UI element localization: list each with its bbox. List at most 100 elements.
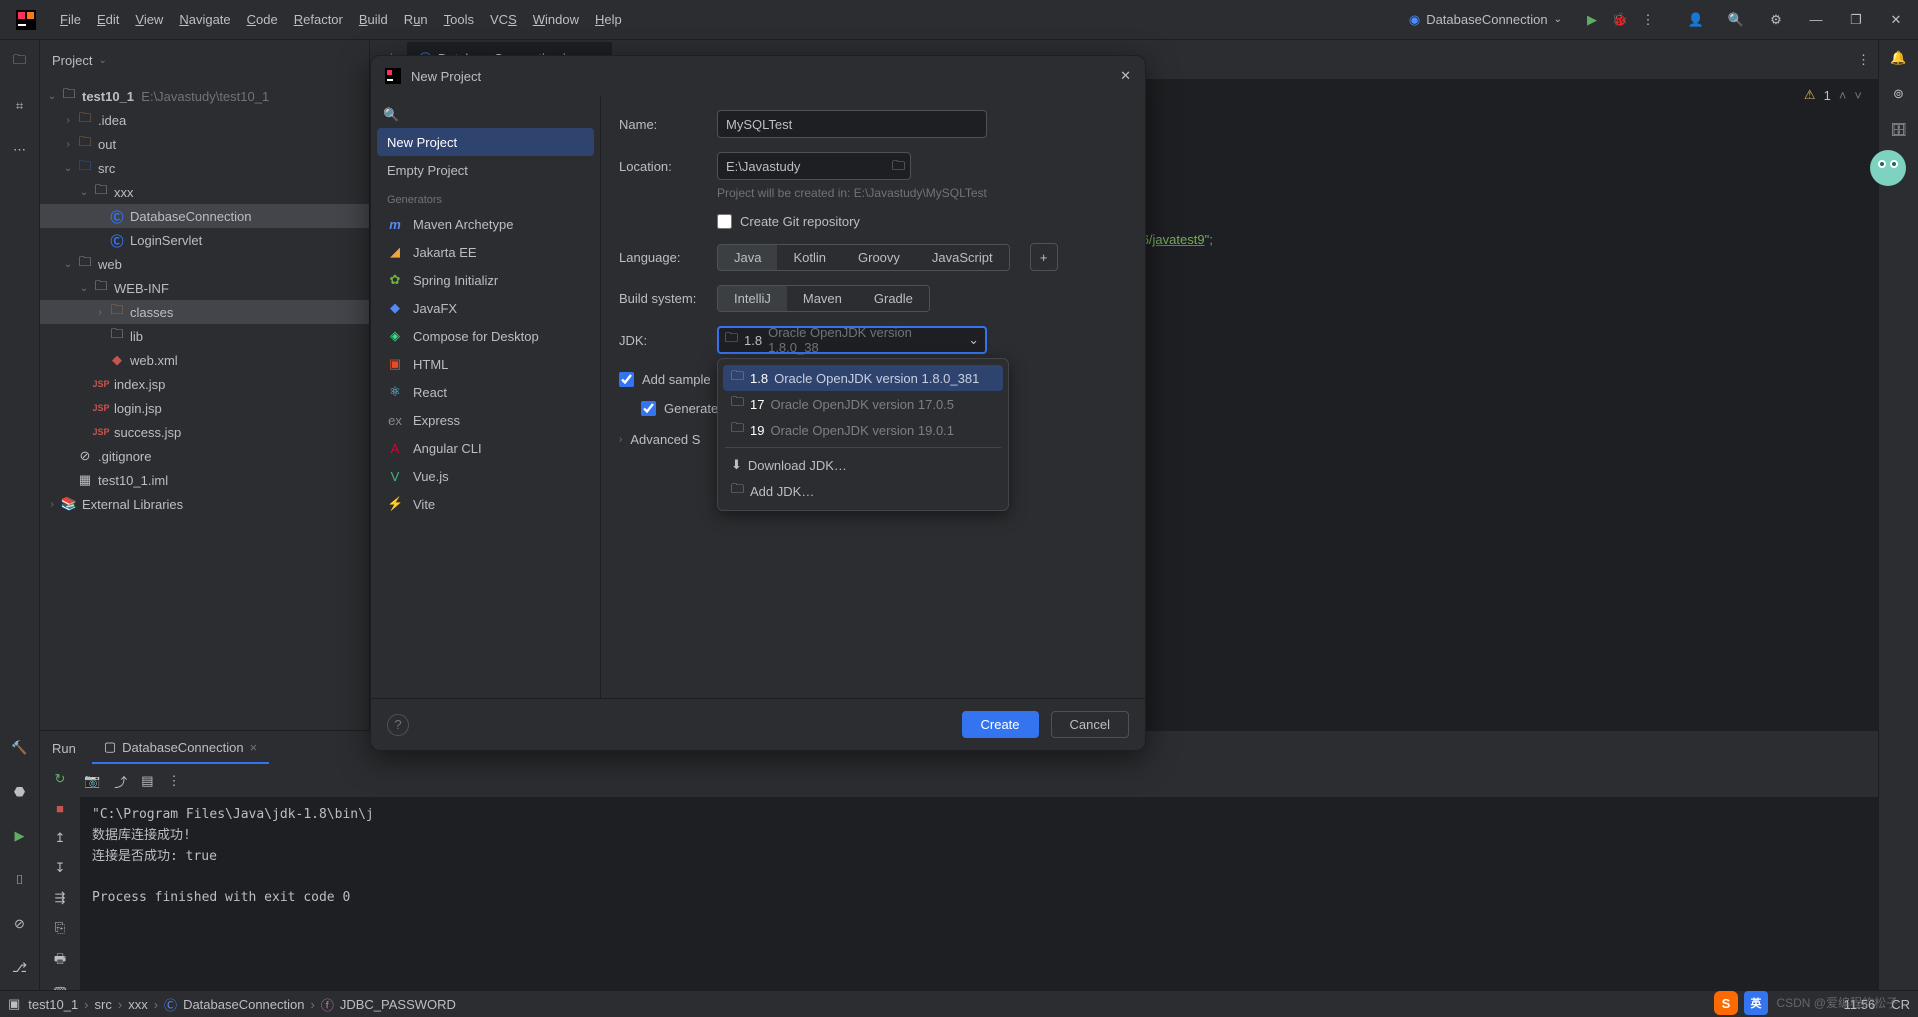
- cancel-button[interactable]: Cancel: [1051, 711, 1129, 738]
- export-results-icon[interactable]: ⤴: [114, 772, 127, 791]
- generator-react[interactable]: ⚛React: [377, 378, 594, 406]
- build-intellij[interactable]: IntelliJ: [718, 286, 787, 311]
- tree-row-out[interactable]: ›🗀out: [40, 132, 369, 156]
- close-dialog-icon[interactable]: ✕: [1120, 68, 1131, 84]
- generator-new-project[interactable]: New Project: [377, 128, 594, 156]
- menu-navigate[interactable]: Navigate: [171, 8, 238, 31]
- close-run-tab-icon[interactable]: ×: [250, 740, 258, 755]
- jdk-dropdown[interactable]: 🗀 1.8 Oracle OpenJDK version 1.8.0_38 ⌄ …: [717, 326, 987, 354]
- tree-row-iml[interactable]: ▦test10_1.iml: [40, 468, 369, 492]
- menu-edit[interactable]: Edit: [89, 8, 127, 31]
- jdk-add[interactable]: 🗀Add JDK…: [723, 478, 1003, 504]
- generator-maven[interactable]: mMaven Archetype: [377, 210, 594, 238]
- search-icon[interactable]: 🔍: [1722, 6, 1750, 34]
- nav-down-icon[interactable]: ˅: [1854, 88, 1862, 103]
- menu-help[interactable]: Help: [587, 8, 630, 31]
- add-language-button[interactable]: +: [1030, 243, 1058, 271]
- tree-row-indexjsp[interactable]: JSPindex.jsp: [40, 372, 369, 396]
- jdk-download[interactable]: ⬇Download JDK…: [723, 452, 1003, 478]
- down-stack-icon[interactable]: ↧: [55, 860, 66, 876]
- toolwindow-toggle-icon[interactable]: ▣: [8, 996, 20, 1012]
- print-icon[interactable]: 🖶: [54, 950, 66, 972]
- build-gradle[interactable]: Gradle: [858, 286, 929, 311]
- terminal-tool-icon[interactable]: ⌷: [8, 868, 32, 892]
- browse-folder-icon[interactable]: 🗀: [892, 157, 905, 179]
- menu-view[interactable]: View: [127, 8, 171, 31]
- tree-row-lib[interactable]: 🗀lib: [40, 324, 369, 348]
- help-icon[interactable]: ?: [387, 714, 409, 736]
- export-icon[interactable]: ⎘: [55, 920, 65, 936]
- create-button[interactable]: Create: [962, 711, 1039, 738]
- generator-jakarta[interactable]: ◢Jakarta EE: [377, 238, 594, 266]
- run-config-tab[interactable]: ▢ DatabaseConnection ×: [92, 732, 269, 764]
- search-icon[interactable]: 🔍: [383, 107, 399, 123]
- services-tool-icon[interactable]: ⬣: [8, 780, 32, 804]
- tree-row-idea[interactable]: ›🗀.idea: [40, 108, 369, 132]
- git-tool-icon[interactable]: ⎇: [8, 956, 32, 980]
- build-tool-icon[interactable]: 🔨: [8, 736, 32, 760]
- nav-up-icon[interactable]: ˄: [1839, 88, 1847, 103]
- tree-row-loginjsp[interactable]: JSPlogin.jsp: [40, 396, 369, 420]
- minimize-window-icon[interactable]: —: [1802, 6, 1830, 34]
- jdk-option-17[interactable]: 🗀17Oracle OpenJDK version 17.0.5: [723, 391, 1003, 417]
- tree-row-dbconn[interactable]: ⒸDatabaseConnection: [40, 204, 369, 228]
- tree-row-pkg[interactable]: ⌄🗀xxx: [40, 180, 369, 204]
- more-actions-button[interactable]: ⋮: [1634, 6, 1662, 34]
- jdk-option-18[interactable]: 🗀1.8Oracle OpenJDK version 1.8.0_381: [723, 365, 1003, 391]
- tree-row-web[interactable]: ⌄🗀web: [40, 252, 369, 276]
- generator-html[interactable]: ▣HTML: [377, 350, 594, 378]
- generator-vue[interactable]: VVue.js: [377, 462, 594, 490]
- filter-icon[interactable]: ⇶: [55, 890, 66, 906]
- structure-tool-icon[interactable]: ⌗: [8, 94, 32, 118]
- project-location-input[interactable]: [717, 152, 911, 180]
- settings-icon[interactable]: ⚙: [1762, 6, 1790, 34]
- tray-sogou-icon[interactable]: S: [1714, 991, 1738, 1015]
- tree-row-webinf[interactable]: ⌄🗀WEB-INF: [40, 276, 369, 300]
- lang-java[interactable]: Java: [718, 245, 777, 270]
- maximize-window-icon[interactable]: ❐: [1842, 6, 1870, 34]
- tree-row-loginservlet[interactable]: ⒸLoginServlet: [40, 228, 369, 252]
- tree-row-classes[interactable]: ›🗀classes: [40, 300, 369, 324]
- generator-javafx[interactable]: ◆JavaFX: [377, 294, 594, 322]
- more-tools-icon[interactable]: ⋯: [8, 138, 32, 162]
- lang-kotlin[interactable]: Kotlin: [777, 245, 842, 270]
- generator-vite[interactable]: ⚡Vite: [377, 490, 594, 518]
- generate-checkbox[interactable]: [641, 401, 656, 416]
- menu-refactor[interactable]: Refactor: [286, 8, 351, 31]
- tree-row-src[interactable]: ⌄🗀src: [40, 156, 369, 180]
- git-repo-checkbox[interactable]: [717, 214, 732, 229]
- tree-row-root[interactable]: ⌄🗀test10_1 E:\Javastudy\test10_1: [40, 84, 369, 108]
- lang-javascript[interactable]: JavaScript: [916, 245, 1009, 270]
- menu-run[interactable]: Run: [396, 8, 436, 31]
- warning-icon[interactable]: ⚠: [1804, 87, 1816, 103]
- menu-file[interactable]: File: [52, 8, 89, 31]
- jdk-option-19[interactable]: 🗀19Oracle OpenJDK version 19.0.1: [723, 417, 1003, 443]
- tree-row-successjsp[interactable]: JSPsuccess.jsp: [40, 420, 369, 444]
- menu-tools[interactable]: Tools: [436, 8, 482, 31]
- generator-empty-project[interactable]: Empty Project: [377, 156, 594, 184]
- breadcrumb[interactable]: test10_1› src› xxx› ⒸDatabaseConnection›…: [28, 995, 456, 1014]
- debug-button[interactable]: 🐞: [1606, 6, 1634, 34]
- more-icon[interactable]: ⋮: [168, 773, 181, 789]
- generator-compose[interactable]: ◈Compose for Desktop: [377, 322, 594, 350]
- ai-assistant-icon[interactable]: ⊚: [1893, 86, 1904, 102]
- run-button[interactable]: ▶: [1578, 6, 1606, 34]
- chevron-down-icon[interactable]: ⌄: [98, 55, 106, 66]
- console-output[interactable]: "C:\Program Files\Java\jdk-1.8\bin\j 数据库…: [80, 797, 1878, 990]
- code-with-me-icon[interactable]: 👤: [1682, 6, 1710, 34]
- notifications-icon[interactable]: 🔔: [1890, 50, 1906, 66]
- database-tool-icon[interactable]: 🗄: [1890, 122, 1907, 138]
- generator-spring[interactable]: ✿Spring Initializr: [377, 266, 594, 294]
- rerun-icon[interactable]: ↻: [55, 771, 66, 787]
- run-configuration-selector[interactable]: ◉ DatabaseConnection ⌄: [1401, 10, 1570, 30]
- layout-icon[interactable]: ▤: [141, 773, 153, 789]
- run-tool-icon[interactable]: ▶: [8, 824, 32, 848]
- build-maven[interactable]: Maven: [787, 286, 858, 311]
- generator-angular[interactable]: AAngular CLI: [377, 434, 594, 462]
- menu-window[interactable]: Window: [525, 8, 587, 31]
- add-sample-checkbox[interactable]: [619, 372, 634, 387]
- project-tree[interactable]: ⌄🗀test10_1 E:\Javastudy\test10_1 ›🗀.idea…: [40, 80, 369, 730]
- close-window-icon[interactable]: ✕: [1882, 6, 1910, 34]
- tray-ime-icon[interactable]: 英: [1744, 991, 1768, 1015]
- tree-row-webxml[interactable]: ◆web.xml: [40, 348, 369, 372]
